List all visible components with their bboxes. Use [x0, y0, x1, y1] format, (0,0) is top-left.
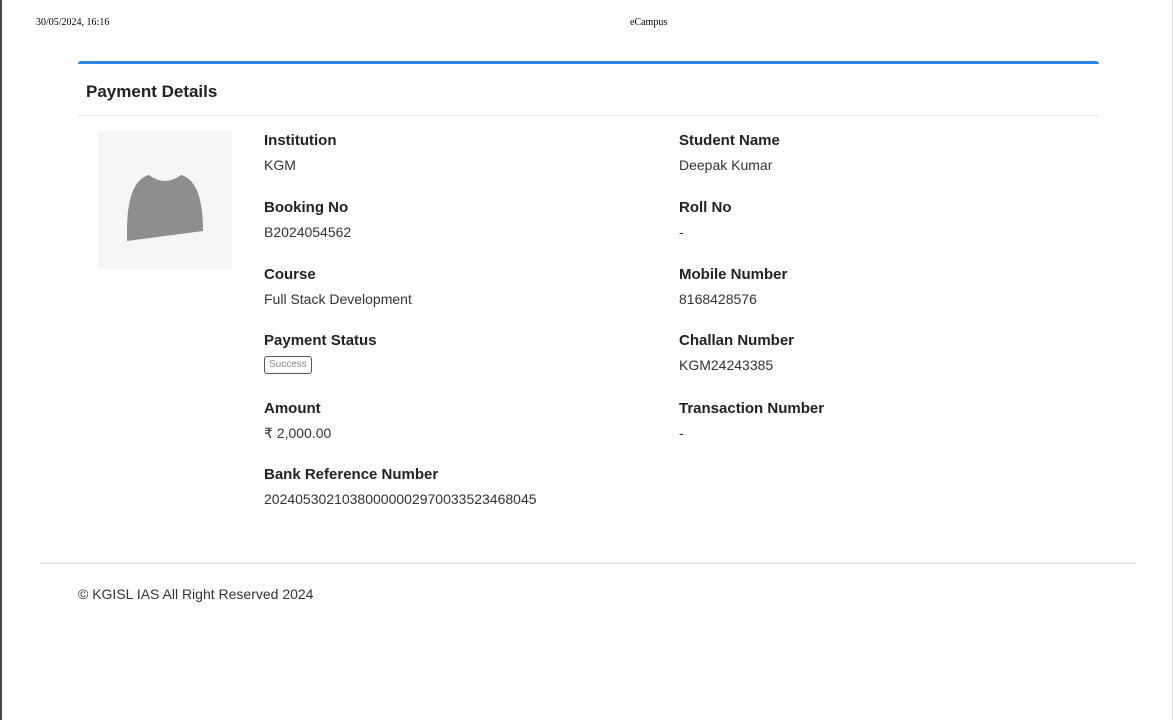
- field-challan-number: Challan Number KGM24243385: [679, 332, 1059, 374]
- field-transaction-number: Transaction Number -: [679, 400, 1059, 442]
- print-header: 30/05/2024, 16:16 eCampus: [0, 17, 1173, 31]
- field-payment-status: Payment Status Success: [264, 332, 644, 374]
- field-mobile-number: Mobile Number 8168428576: [679, 266, 1059, 308]
- status-badge: Success: [264, 356, 312, 374]
- field-value: 8168428576: [679, 291, 757, 307]
- field-value: Deepak Kumar: [679, 157, 773, 173]
- field-bank-reference-number: Bank Reference Number 202405302103800000…: [264, 466, 644, 508]
- field-value: B2024054562: [264, 224, 352, 240]
- field-value: KGM24243385: [679, 357, 774, 373]
- field-value: Full Stack Development: [264, 291, 412, 307]
- field-label: Mobile Number: [679, 266, 788, 283]
- print-title: eCampus: [630, 17, 668, 28]
- field-label: Bank Reference Number: [264, 466, 439, 483]
- field-label: Amount: [264, 400, 321, 417]
- print-datetime: 30/05/2024, 16:16: [36, 17, 110, 28]
- user-silhouette-icon: [127, 175, 203, 241]
- footer-divider: [40, 563, 1136, 564]
- field-student-name: Student Name Deepak Kumar: [679, 132, 1059, 174]
- card-title: Payment Details: [86, 82, 218, 101]
- field-label: Challan Number: [679, 332, 795, 349]
- field-label: Course: [264, 266, 316, 283]
- field-value: -: [679, 425, 684, 441]
- field-value: KGM: [264, 157, 296, 173]
- field-roll-no: Roll No -: [679, 199, 1059, 241]
- viewer-left-edge: [0, 0, 2, 720]
- field-value: 20240530210380000002970033523468045: [264, 491, 537, 507]
- field-value: ₹ 2,000.00: [264, 425, 332, 441]
- field-label: Transaction Number: [679, 400, 825, 417]
- footer-copyright: © KGISL IAS All Right Reserved 2024: [78, 586, 314, 602]
- card-divider: [78, 115, 1099, 116]
- field-amount: Amount ₹ 2,000.00: [264, 400, 644, 442]
- field-booking-no: Booking No B2024054562: [264, 199, 644, 241]
- field-course: Course Full Stack Development: [264, 266, 644, 308]
- field-label: Student Name: [679, 132, 780, 149]
- field-label: Payment Status: [264, 332, 377, 349]
- field-institution: Institution KGM: [264, 132, 644, 174]
- field-label: Booking No: [264, 199, 349, 216]
- field-label: Institution: [264, 132, 337, 149]
- avatar: [98, 131, 232, 269]
- payment-details-card: Payment Details Institution KGM Booking …: [78, 61, 1099, 524]
- field-label: Roll No: [679, 199, 732, 216]
- field-value: -: [679, 224, 684, 240]
